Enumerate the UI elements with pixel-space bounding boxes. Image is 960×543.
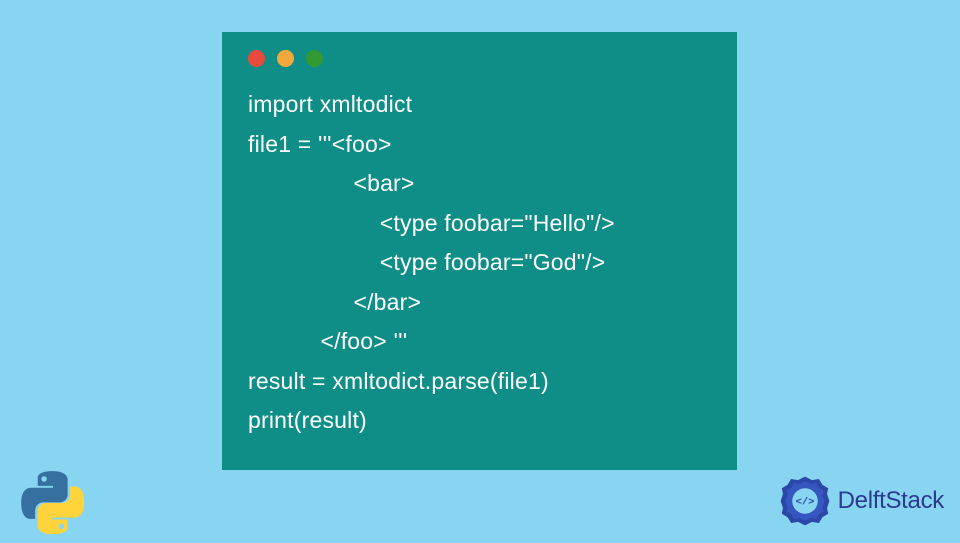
close-dot-icon [248,50,265,67]
code-line: </foo> ''' [248,328,407,354]
code-line: <type foobar="Hello"/> [248,210,615,236]
code-line: print(result) [248,407,367,433]
code-line: <bar> [248,170,415,196]
code-window: import xmltodict file1 = '''<foo> <bar> … [222,32,737,470]
delftstack-badge-icon: </> [776,472,834,530]
code-line: <type foobar="God"/> [248,249,605,275]
code-line: </bar> [248,289,421,315]
code-content: import xmltodict file1 = '''<foo> <bar> … [248,85,717,441]
minimize-dot-icon [277,50,294,67]
code-line: import xmltodict [248,91,412,117]
maximize-dot-icon [306,50,323,67]
delftstack-logo: </> DelftStack [776,472,944,530]
code-line: file1 = '''<foo> [248,131,392,157]
code-line: result = xmltodict.parse(file1) [248,368,549,394]
brand-name: DelftStack [838,487,944,515]
window-controls [248,50,717,67]
python-logo-icon [18,468,88,538]
svg-text:</>: </> [795,496,814,508]
